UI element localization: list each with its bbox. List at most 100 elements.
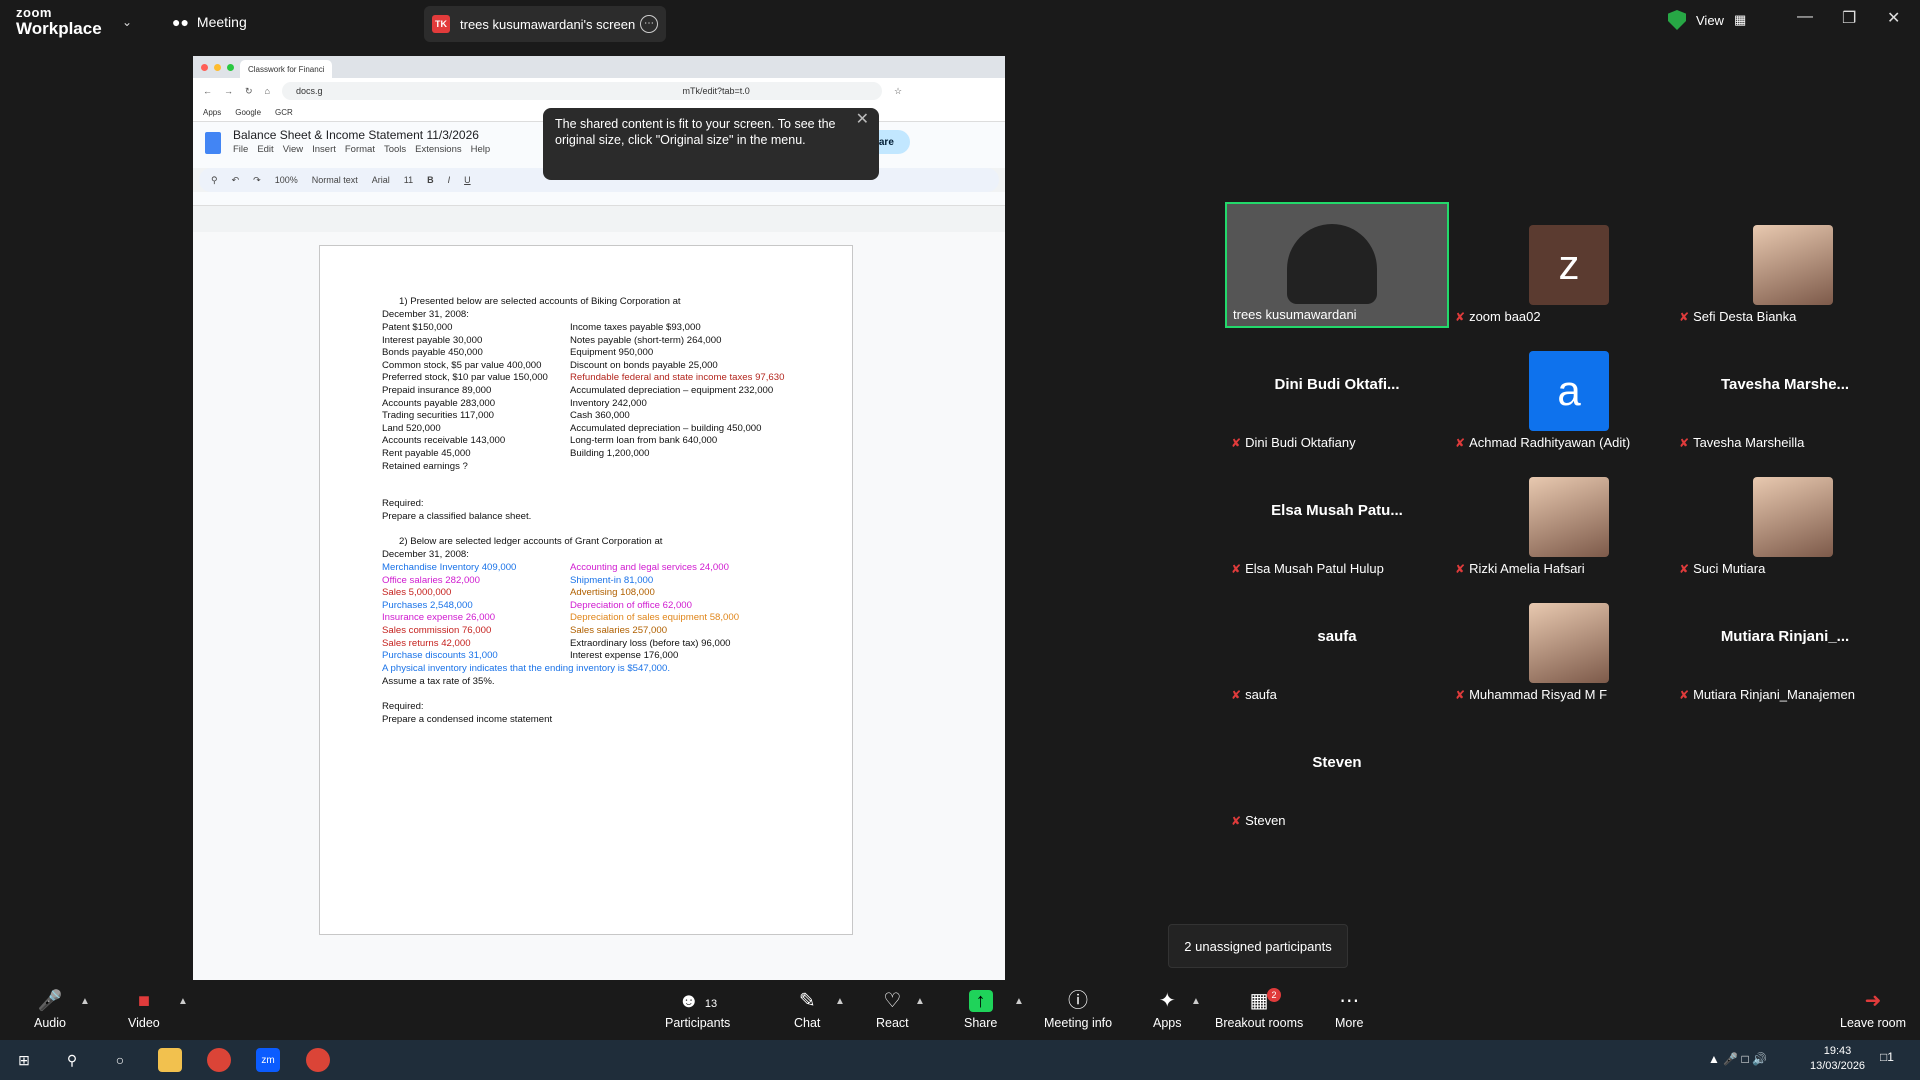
- apps-button[interactable]: ✦ Apps: [1153, 990, 1182, 1030]
- share-caret-icon[interactable]: ▲: [1014, 996, 1024, 1007]
- participant-tile[interactable]: saufa ✘ saufa: [1225, 580, 1449, 706]
- meeting-button[interactable]: ●● Meeting: [172, 14, 247, 30]
- back-icon[interactable]: ←: [203, 86, 212, 96]
- video-button[interactable]: ■ Video: [128, 990, 160, 1030]
- bookmark-gcr[interactable]: GCR: [275, 108, 293, 117]
- menu-insert[interactable]: Insert: [312, 144, 336, 155]
- chat-caret-icon[interactable]: ▲: [835, 996, 845, 1007]
- participant-tile[interactable]: ✘ Suci Mutiara: [1673, 454, 1897, 580]
- task-view-icon[interactable]: ○: [108, 1048, 132, 1072]
- zoom-select[interactable]: 100%: [275, 175, 298, 185]
- doc-title[interactable]: Balance Sheet & Income Statement 11/3/20…: [233, 128, 479, 142]
- doc-line: Retained earnings ?: [382, 460, 468, 472]
- participant-tile[interactable]: Tavesha Marshe... ✘ Tavesha Marsheilla: [1673, 328, 1897, 454]
- bookmark-google[interactable]: Google: [235, 108, 261, 117]
- chat-button[interactable]: ✎ Chat: [794, 990, 820, 1030]
- avatar: [1753, 477, 1833, 557]
- participant-name: ✘ Dini Budi Oktafiany: [1231, 435, 1356, 450]
- tray-icons[interactable]: ▲ 🎤 □ 🔊: [1708, 1052, 1767, 1066]
- doc-line: Notes payable (short-term) 264,000: [570, 334, 722, 346]
- meeting-info-button[interactable]: ⓘ Meeting info: [1044, 990, 1112, 1030]
- style-select[interactable]: Normal text: [312, 175, 358, 185]
- home-icon[interactable]: ⌂: [265, 86, 270, 96]
- q2-tax: Assume a tax rate of 35%.: [382, 676, 495, 687]
- participant-tile[interactable]: ✘ Rizki Amelia Hafsari: [1449, 454, 1673, 580]
- bookmark-apps[interactable]: Apps: [203, 108, 221, 117]
- more-options-icon[interactable]: ⋯: [640, 15, 658, 33]
- restore-icon[interactable]: ❐: [1842, 8, 1856, 28]
- zoom-app-icon[interactable]: zm: [256, 1048, 280, 1072]
- participant-name: ✘ Mutiara Rinjani_Manajemen: [1679, 687, 1855, 702]
- mic-muted-icon: ✘: [1231, 435, 1242, 450]
- leave-room-button[interactable]: ➜ Leave room: [1840, 990, 1906, 1030]
- q2-date: December 31, 2008:: [382, 549, 469, 560]
- avatar: [1753, 225, 1833, 305]
- doc-line: Inventory 242,000: [570, 397, 647, 409]
- participant-tile[interactable]: z ✘ zoom baa02: [1449, 202, 1673, 328]
- participant-tile[interactable]: Dini Budi Oktafi... ✘ Dini Budi Oktafiany: [1225, 328, 1449, 454]
- menu-view[interactable]: View: [283, 144, 303, 155]
- forward-icon[interactable]: →: [224, 86, 233, 96]
- star-icon[interactable]: ☆: [894, 86, 902, 97]
- italic-icon[interactable]: I: [448, 175, 451, 185]
- zoom-dot-icon[interactable]: [227, 63, 234, 71]
- doc-line: Patent $150,000: [382, 322, 453, 333]
- audio-caret-icon[interactable]: ▲: [80, 996, 90, 1007]
- menu-help[interactable]: Help: [471, 144, 491, 155]
- redo-icon[interactable]: ↷: [253, 175, 261, 186]
- file-explorer-icon[interactable]: [158, 1048, 182, 1072]
- logo-top: zoom: [16, 5, 52, 20]
- menu-file[interactable]: File: [233, 144, 248, 155]
- participant-tile[interactable]: Steven ✘ Steven: [1225, 706, 1449, 832]
- video-caret-icon[interactable]: ▲: [178, 996, 188, 1007]
- participant-tile[interactable]: trees kusumawardani: [1225, 202, 1449, 328]
- participant-tile[interactable]: Mutiara Rinjani_... ✘ Mutiara Rinjani_Mana…: [1673, 580, 1897, 706]
- share-button[interactable]: ↑ Share: [964, 990, 997, 1030]
- participant-tile[interactable]: Elsa Musah Patu... ✘ Elsa Musah Patul Hulu…: [1225, 454, 1449, 580]
- docs-icon[interactable]: [205, 132, 221, 154]
- bold-icon[interactable]: B: [427, 175, 434, 185]
- menu-tools[interactable]: Tools: [384, 144, 406, 155]
- shared-screen-tab[interactable]: TK trees kusumawardani's screen ⋯: [424, 6, 666, 42]
- doc-page[interactable]: 1) Presented below are selected accounts…: [319, 245, 853, 935]
- apps-caret-icon[interactable]: ▲: [1191, 996, 1201, 1007]
- audio-button[interactable]: 🎤 Audio: [34, 990, 66, 1030]
- close-icon[interactable]: ✕: [856, 112, 869, 128]
- close-dot-icon[interactable]: [201, 63, 208, 71]
- menu-extensions[interactable]: Extensions: [415, 144, 461, 155]
- participant-tile[interactable]: a ✘ Achmad Radhityawan (Adit): [1449, 328, 1673, 454]
- view-button[interactable]: View ▦: [1668, 10, 1746, 30]
- notifications-icon[interactable]: □1: [1880, 1050, 1894, 1064]
- unassigned-participants-badge[interactable]: 2 unassigned participants: [1168, 924, 1348, 968]
- participant-tile[interactable]: ✘ Sefi Desta Bianka: [1673, 202, 1897, 328]
- more-button[interactable]: ⋯ More: [1335, 990, 1363, 1030]
- breakout-label: Breakout rooms: [1215, 1016, 1304, 1030]
- participant-tile[interactable]: ✘ Muhammad Risyad M F: [1449, 580, 1673, 706]
- reload-icon[interactable]: ↻: [245, 86, 253, 97]
- doc-line: Cash 360,000: [570, 410, 630, 422]
- menu-edit[interactable]: Edit: [257, 144, 273, 155]
- menu-format[interactable]: Format: [345, 144, 375, 155]
- react-button[interactable]: ♡ React: [876, 990, 909, 1030]
- chrome-active-icon[interactable]: [306, 1048, 330, 1072]
- breakout-rooms-button[interactable]: ▦ 2 Breakout rooms: [1215, 988, 1304, 1030]
- minimize-dot-icon[interactable]: [214, 63, 221, 71]
- search-icon[interactable]: ⚲: [60, 1048, 84, 1072]
- close-icon[interactable]: ✕: [1887, 8, 1900, 28]
- font-size-input[interactable]: 11: [404, 175, 413, 185]
- chevron-down-icon[interactable]: ⌄: [122, 15, 132, 29]
- leave-label: Leave room: [1840, 1016, 1907, 1030]
- browser-tab[interactable]: Classwork for Financi: [240, 60, 333, 78]
- participants-button[interactable]: ☻ 13 Participants: [665, 990, 730, 1030]
- search-icon[interactable]: ⚲: [211, 175, 218, 186]
- underline-icon[interactable]: U: [464, 175, 471, 185]
- url-input[interactable]: docs.g mTk/edit?tab=t.0: [281, 82, 882, 100]
- url-text: docs.g: [295, 86, 323, 96]
- undo-icon[interactable]: ↶: [232, 175, 240, 186]
- clock[interactable]: 19:43 13/03/2026: [1810, 1044, 1865, 1074]
- react-caret-icon[interactable]: ▲: [915, 996, 925, 1007]
- windows-start-icon[interactable]: ⊞: [12, 1048, 36, 1072]
- font-select[interactable]: Arial: [372, 175, 390, 185]
- chrome-icon[interactable]: [207, 1048, 231, 1072]
- minimize-icon[interactable]: —: [1797, 8, 1813, 26]
